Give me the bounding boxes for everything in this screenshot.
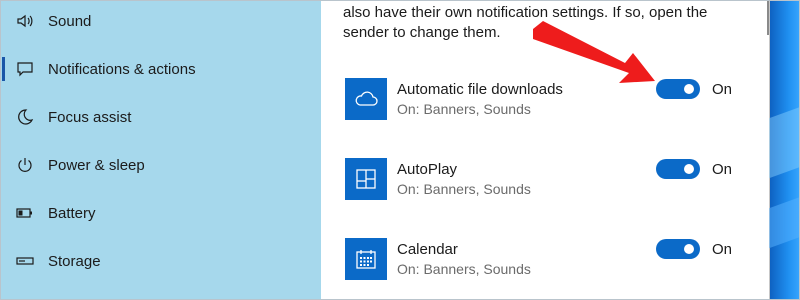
desktop-background <box>769 1 799 299</box>
app-name: Calendar <box>397 241 458 258</box>
toggle-state-label: On <box>712 81 733 98</box>
sidebar-nav: Sound Notifications & actions Focus assi… <box>1 1 321 299</box>
settings-window: Sound Notifications & actions Focus assi… <box>0 0 800 300</box>
sidebar-item-label: Power & sleep <box>48 156 145 174</box>
app-name: AutoPlay <box>397 161 458 178</box>
notification-toggle[interactable] <box>656 159 700 179</box>
toggle-knob <box>684 164 694 174</box>
app-row-autoplay[interactable]: AutoPlay On: Banners, Sounds On <box>321 158 767 218</box>
app-notification-summary: On: Banners, Sounds <box>397 101 531 117</box>
autoplay-icon <box>356 169 376 189</box>
sidebar-item-focus-assist[interactable]: Focus assist <box>1 93 321 141</box>
selection-indicator <box>2 57 5 81</box>
sidebar-item-label: Focus assist <box>48 108 132 126</box>
sidebar-item-label: Battery <box>48 204 96 222</box>
toggle-knob <box>684 84 694 94</box>
speaker-icon <box>17 14 33 28</box>
toggle-state-label: On <box>712 161 733 178</box>
battery-icon <box>16 208 32 218</box>
cloud-icon <box>355 91 378 106</box>
sidebar-item-label: Storage <box>48 252 101 270</box>
toggle-knob <box>684 244 694 254</box>
app-notification-summary: On: Banners, Sounds <box>397 261 531 277</box>
app-tile <box>345 158 387 200</box>
toggle-state-label: On <box>712 241 733 258</box>
sidebar-item-notifications[interactable]: Notifications & actions <box>1 45 321 93</box>
app-tile <box>345 78 387 120</box>
annotation-arrow-icon <box>533 21 655 83</box>
notification-toggle[interactable] <box>656 239 700 259</box>
sidebar-item-power-sleep[interactable]: Power & sleep <box>1 141 321 189</box>
sidebar-item-label: Notifications & actions <box>48 60 196 78</box>
sidebar-item-storage[interactable]: Storage <box>1 237 321 285</box>
moon-icon <box>18 109 34 125</box>
sidebar-item-sound[interactable]: Sound <box>1 1 321 45</box>
message-icon <box>17 62 33 77</box>
sidebar-item-label: Sound <box>48 12 92 30</box>
app-notification-summary: On: Banners, Sounds <box>397 181 531 197</box>
storage-icon <box>16 257 34 265</box>
app-tile <box>345 238 387 280</box>
app-row-calendar[interactable]: Calendar On: Banners, Sounds On <box>321 238 767 298</box>
calendar-icon <box>356 250 376 269</box>
sidebar-item-battery[interactable]: Battery <box>1 189 321 237</box>
power-icon <box>18 158 32 172</box>
